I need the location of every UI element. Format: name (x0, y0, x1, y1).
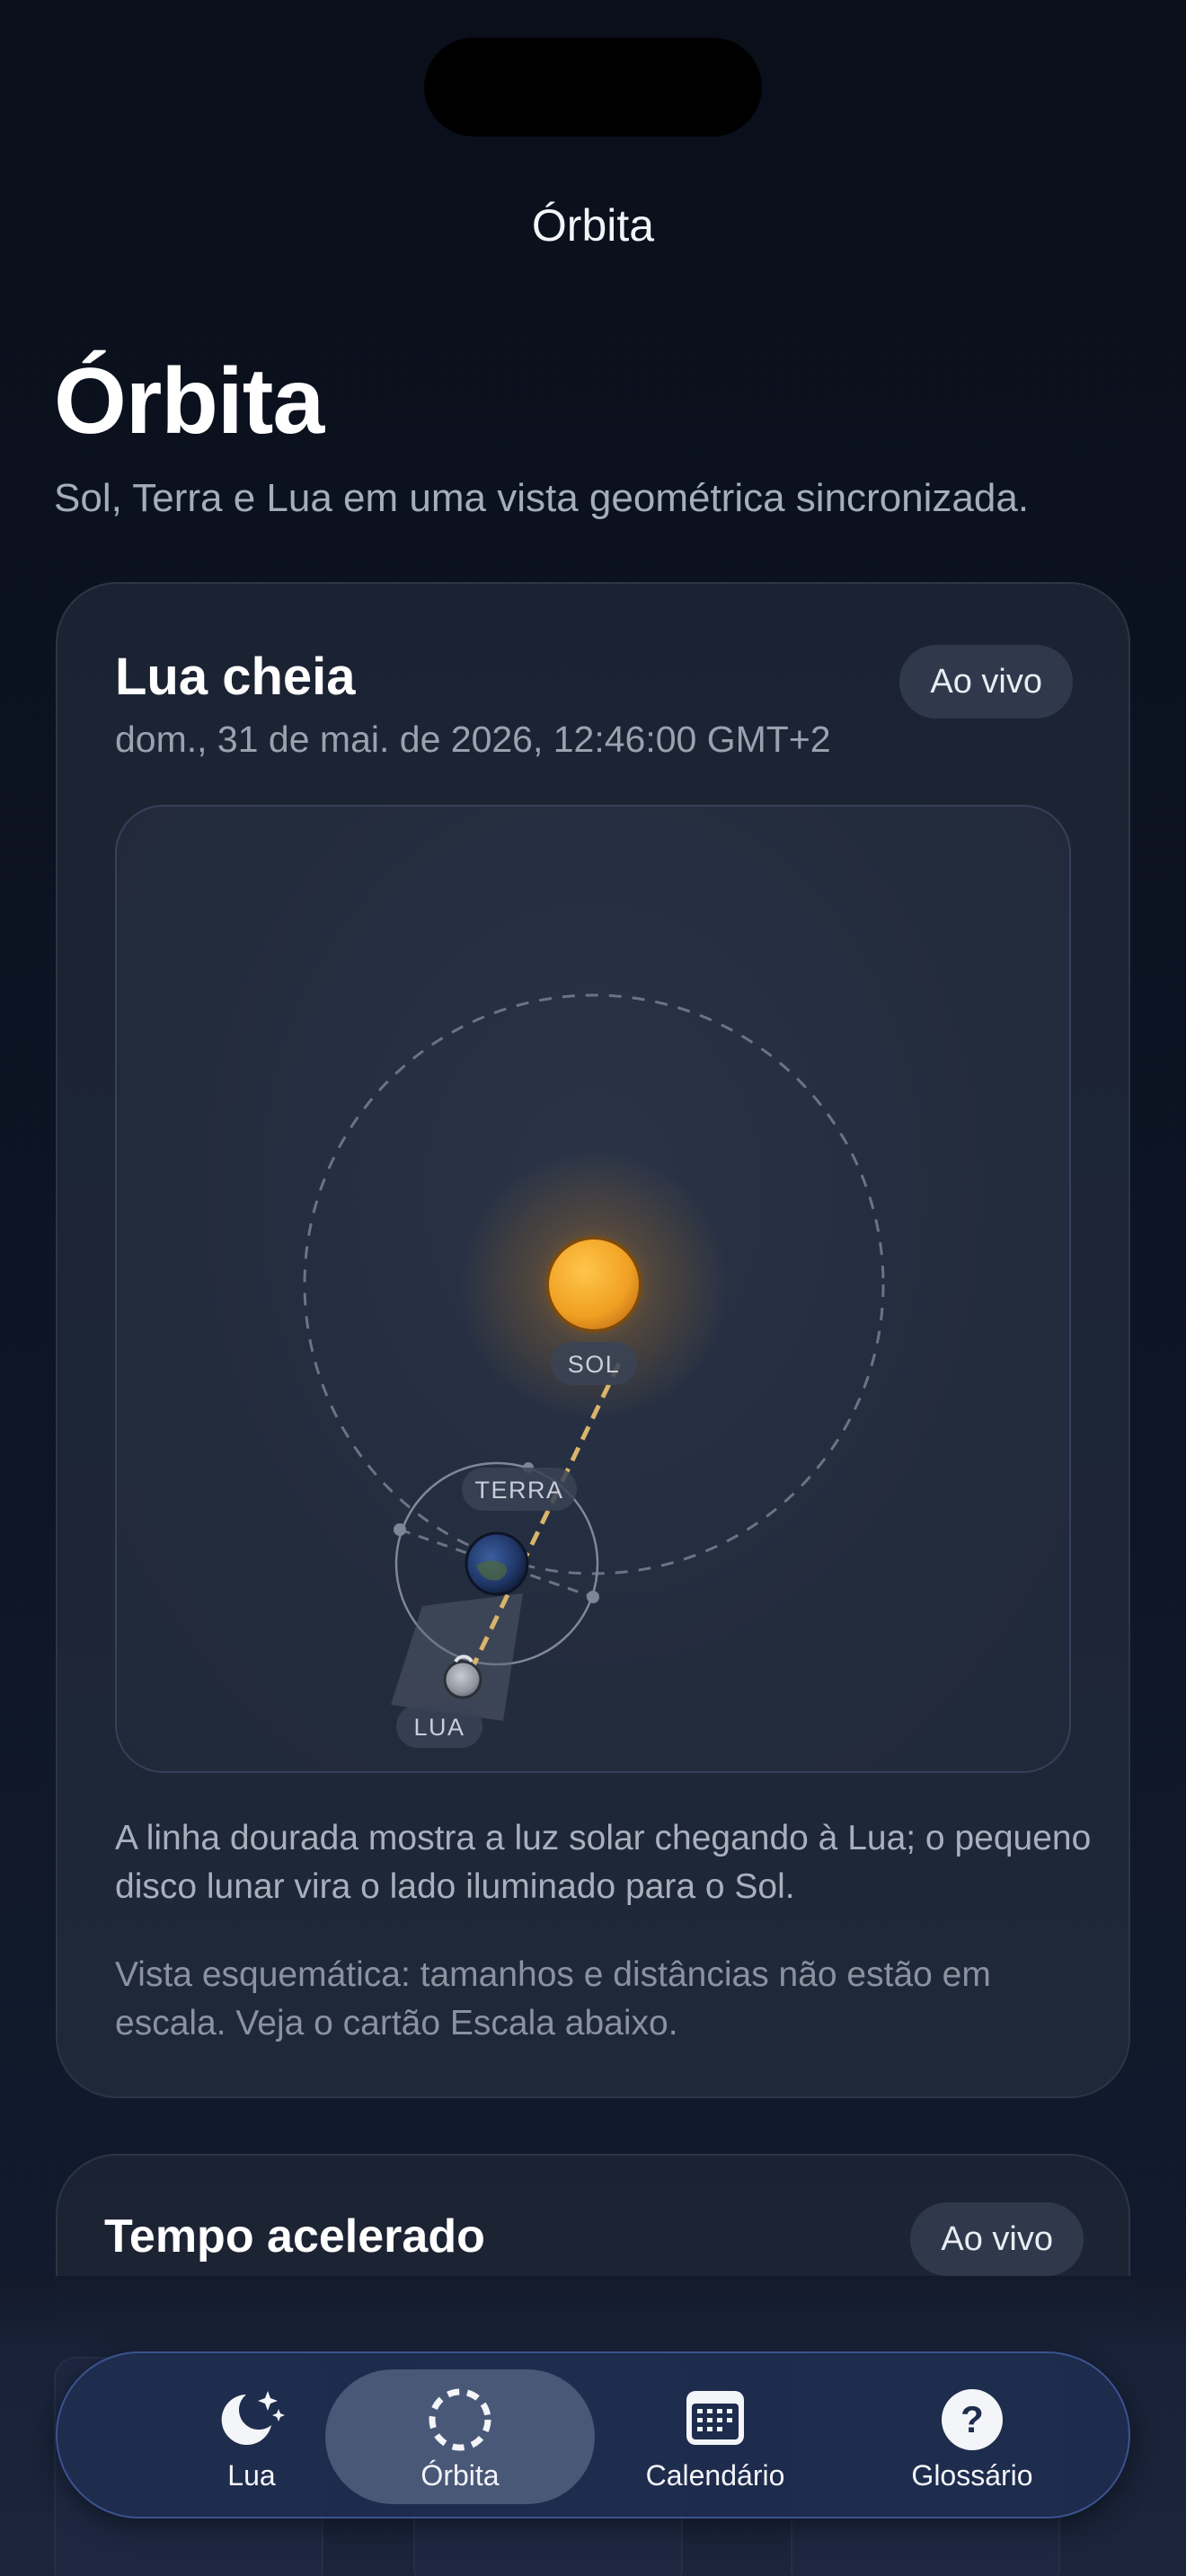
phase-datetime: dom., 31 de mai. de 2026, 12:46:00 GMT+2 (115, 719, 831, 760)
sun-label: SOL (568, 1351, 621, 1378)
live-button[interactable]: Ao vivo (899, 645, 1073, 719)
calendar-icon (681, 2386, 749, 2455)
orbit-svg: SOL TERRA LUA (303, 993, 885, 1748)
page-title: Órbita (54, 349, 324, 454)
scale-note: Vista esquemática: tamanhos e distâncias… (115, 1955, 991, 2042)
tab-calendario[interactable]: Calendário (580, 2369, 850, 2504)
nav-title: Órbita (531, 200, 655, 251)
tab-orbita-label: Órbita (420, 2459, 500, 2492)
tab-bar: Lua Órbita Calendário ? Glossário (56, 2351, 1130, 2519)
moon-stars-icon (216, 2386, 288, 2455)
tab-calendario-label: Calendário (645, 2459, 785, 2492)
tab-glossario[interactable]: ? Glossário (837, 2369, 1107, 2504)
page-subtitle: Sol, Terra e Lua em uma vista geométrica… (54, 476, 1030, 520)
moon (443, 1660, 482, 1699)
phase-title: Lua cheia (115, 648, 356, 706)
earth-label: TERRA (474, 1477, 563, 1504)
time-live-button[interactable]: Ao vivo (910, 2202, 1084, 2276)
sun (545, 1236, 642, 1333)
dynamic-island (424, 38, 762, 137)
orbit-diagram[interactable]: SOL TERRA LUA (115, 805, 1071, 1773)
svg-text:?: ? (960, 2398, 984, 2440)
moon-label: LUA (413, 1714, 465, 1741)
orbit-description: A linha dourada mostra a luz solar chega… (115, 1819, 1092, 1906)
orbit-card: Lua cheia dom., 31 de mai. de 2026, 12:4… (56, 582, 1130, 2098)
question-icon: ? (938, 2386, 1006, 2458)
tab-orbita[interactable]: Órbita (325, 2369, 595, 2504)
tab-glossario-label: Glossário (911, 2459, 1033, 2492)
time-card-title: Tempo acelerado (104, 2210, 485, 2263)
orbit-icon (426, 2386, 494, 2458)
